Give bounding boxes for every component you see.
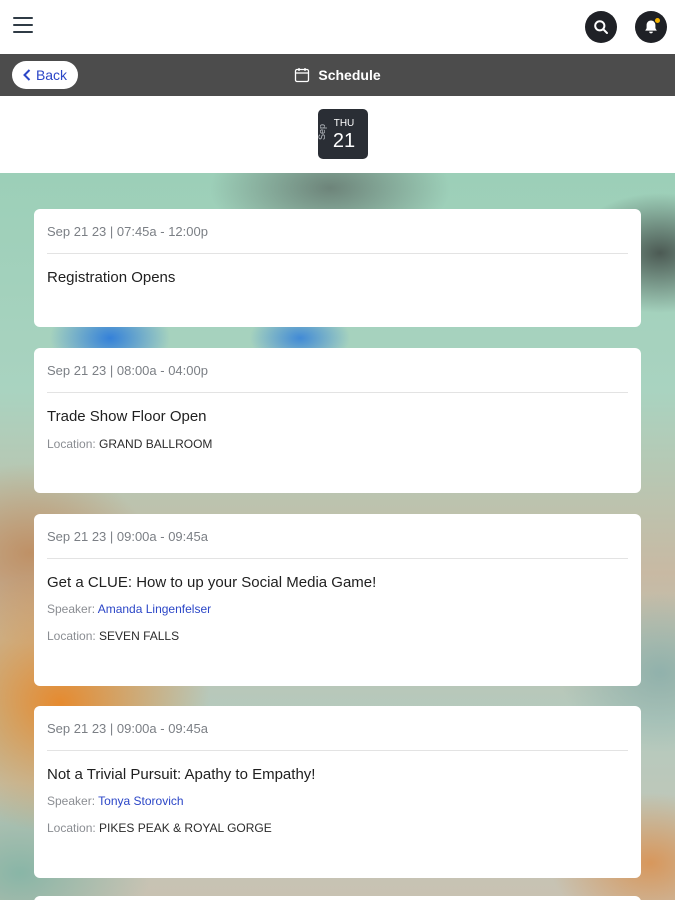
hamburger-icon[interactable] (13, 17, 33, 35)
divider (47, 253, 628, 254)
location-value: SEVEN FALLS (99, 629, 180, 643)
divider (47, 392, 628, 393)
session-card[interactable]: Sep 21 23 | 07:45a - 12:00p Registration… (34, 209, 641, 327)
speaker-link[interactable]: Tonya Storovich (98, 794, 183, 808)
session-location: Location: PIKES PEAK & ROYAL GORGE (47, 821, 272, 835)
location-label: Location: (47, 629, 96, 643)
session-title: Trade Show Floor Open (47, 408, 207, 425)
session-title: Registration Opens (47, 269, 176, 286)
session-title: Not a Trivial Pursuit: Apathy to Empathy… (47, 766, 316, 783)
page-title-text: Schedule (318, 67, 381, 83)
calendar-icon (295, 68, 310, 83)
notifications-button[interactable] (635, 11, 667, 43)
speaker-label: Speaker: (47, 602, 96, 616)
session-card-partial[interactable] (34, 896, 641, 900)
session-card[interactable]: Sep 21 23 | 08:00a - 04:00p Trade Show F… (34, 348, 641, 493)
date-day: 21 (332, 130, 356, 152)
date-chip-selected[interactable]: Sep THU 21 (317, 109, 368, 159)
schedule-nav-bar: Back Schedule (0, 54, 675, 96)
location-value: GRAND BALLROOM (99, 437, 213, 451)
top-app-bar (0, 0, 675, 54)
session-time: Sep 21 23 | 08:00a - 04:00p (47, 363, 208, 378)
session-time: Sep 21 23 | 09:00a - 09:45a (47, 529, 208, 544)
session-speaker: Speaker: Amanda Lingenfelser (47, 602, 211, 616)
divider (47, 750, 628, 751)
session-location: Location: GRAND BALLROOM (47, 437, 212, 451)
search-button[interactable] (585, 11, 617, 43)
session-time: Sep 21 23 | 07:45a - 12:00p (47, 224, 208, 239)
location-value: PIKES PEAK & ROYAL GORGE (99, 821, 272, 835)
schedule-list[interactable]: Sep 21 23 | 07:45a - 12:00p Registration… (0, 173, 675, 900)
search-icon (594, 20, 608, 34)
session-card[interactable]: Sep 21 23 | 09:00a - 09:45a Get a CLUE: … (34, 514, 641, 686)
divider (47, 558, 628, 559)
notification-badge (654, 17, 661, 24)
session-title: Get a CLUE: How to up your Social Media … (47, 574, 377, 591)
date-month: Sep (317, 123, 328, 141)
page-title: Schedule (0, 54, 675, 96)
location-label: Location: (47, 821, 96, 835)
date-selector: Sep THU 21 (0, 96, 675, 173)
speaker-label: Speaker: (47, 794, 96, 808)
date-weekday: THU (333, 118, 355, 129)
session-card[interactable]: Sep 21 23 | 09:00a - 09:45a Not a Trivia… (34, 706, 641, 878)
location-label: Location: (47, 437, 96, 451)
speaker-link[interactable]: Amanda Lingenfelser (98, 602, 211, 616)
session-speaker: Speaker: Tonya Storovich (47, 794, 184, 808)
session-time: Sep 21 23 | 09:00a - 09:45a (47, 721, 208, 736)
session-location: Location: SEVEN FALLS (47, 629, 179, 643)
